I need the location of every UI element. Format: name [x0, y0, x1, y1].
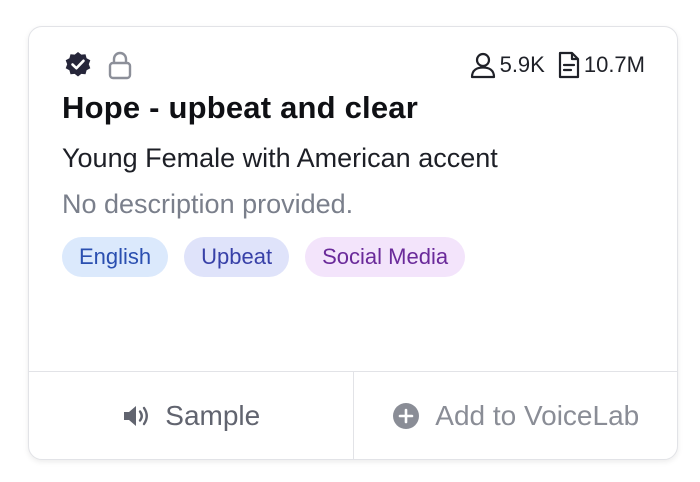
sample-button[interactable]: Sample [29, 372, 353, 459]
tag-mood: Upbeat [184, 237, 290, 277]
add-to-voicelab-label: Add to VoiceLab [435, 399, 640, 431]
characters-count: 10.7M [583, 52, 645, 77]
voice-subtitle: Young Female with American accent [62, 143, 498, 173]
characters-stat: 10.7M [557, 51, 645, 79]
tag-use-case: Social Media [305, 237, 466, 277]
verified-badge-icon [63, 50, 93, 80]
sample-label: Sample [165, 399, 261, 431]
voice-card: 5.9K 10.7M Hope - upbeat and clear Young… [28, 26, 678, 460]
speaker-icon [121, 402, 151, 430]
card-stats: 5.9K 10.7M [469, 51, 645, 79]
users-stat: 5.9K [469, 51, 545, 79]
document-icon [557, 51, 581, 79]
card-header-row: 5.9K 10.7M [63, 49, 645, 81]
add-to-voicelab-button[interactable]: Add to VoiceLab [352, 372, 678, 459]
tag-list: English Upbeat Social Media [62, 237, 466, 277]
card-footer: Sample Add to VoiceLab [29, 371, 677, 459]
voice-description: No description provided. [62, 189, 354, 219]
card-badges [63, 50, 133, 80]
plus-circle-icon [391, 401, 421, 431]
lock-icon [107, 50, 133, 80]
tag-language: English [62, 237, 169, 277]
user-icon [469, 51, 497, 79]
users-count: 5.9K [499, 52, 545, 77]
voice-title: Hope - upbeat and clear [62, 90, 418, 125]
